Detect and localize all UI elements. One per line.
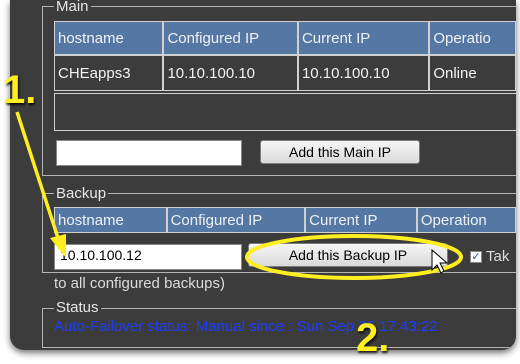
highlight-ellipse (245, 234, 463, 280)
arrow-line (15, 111, 60, 239)
screenshot-stage: Main hostname Configured IP Current IP O… (0, 0, 520, 364)
step-2-callout: 2. (356, 316, 390, 360)
step-1-callout: 1. (3, 68, 37, 112)
arrow-head-icon (50, 234, 66, 258)
annotation-overlay (15, 111, 463, 280)
